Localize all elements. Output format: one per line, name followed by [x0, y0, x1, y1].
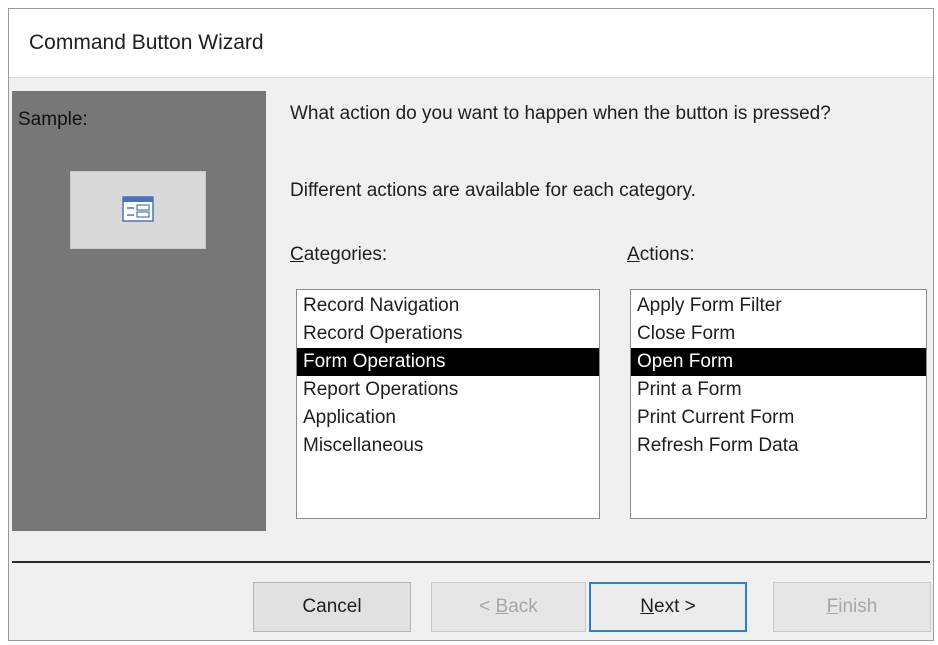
- action-list-item[interactable]: Apply Form Filter: [631, 292, 926, 320]
- title-bar: Command Button Wizard: [9, 9, 933, 78]
- action-list-item[interactable]: Close Form: [631, 320, 926, 348]
- actions-listbox[interactable]: Apply Form Filter Close Form Open Form Prin…: [630, 289, 927, 519]
- cancel-button[interactable]: Cancel: [253, 582, 411, 632]
- dialog-title: Command Button Wizard: [29, 31, 264, 54]
- prompt-text: What action do you want to happen when t…: [290, 103, 831, 124]
- next-button[interactable]: Next >: [589, 582, 747, 632]
- category-list-item[interactable]: Report Operations: [297, 376, 599, 404]
- actions-label: Actions:: [627, 244, 695, 265]
- action-list-item[interactable]: Print a Form: [631, 376, 926, 404]
- category-list-item[interactable]: Miscellaneous: [297, 432, 599, 460]
- action-list-item[interactable]: Refresh Form Data: [631, 432, 926, 460]
- categories-label: Categories:: [290, 244, 388, 265]
- back-button[interactable]: < Back: [431, 582, 586, 632]
- action-list-item[interactable]: Open Form: [631, 348, 926, 376]
- categories-listbox[interactable]: Record Navigation Record Operations Form O…: [296, 289, 600, 519]
- finish-button[interactable]: Finish: [773, 582, 931, 632]
- sample-panel: Sample:: [12, 91, 266, 531]
- info-text: Different actions are available for each…: [290, 180, 696, 201]
- category-list-item[interactable]: Application: [297, 404, 599, 432]
- category-list-item[interactable]: Record Operations: [297, 320, 599, 348]
- command-button-wizard-dialog: Command Button Wizard Sample: What actio…: [8, 8, 934, 641]
- category-list-item[interactable]: Form Operations: [297, 348, 599, 376]
- sample-button-preview: [70, 171, 206, 249]
- footer-separator: [12, 561, 930, 563]
- form-icon: [122, 196, 154, 222]
- sample-label: Sample:: [18, 109, 88, 130]
- action-list-item[interactable]: Print Current Form: [631, 404, 926, 432]
- category-list-item[interactable]: Record Navigation: [297, 292, 599, 320]
